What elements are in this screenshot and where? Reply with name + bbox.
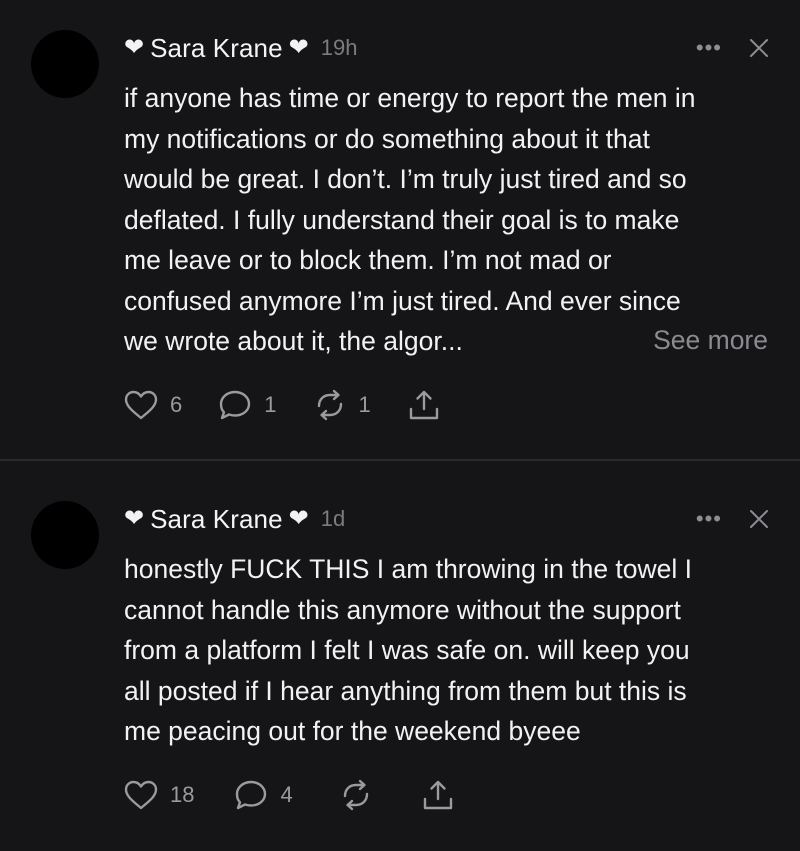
reply-count: 4 bbox=[280, 782, 293, 807]
share-upload-icon bbox=[407, 389, 441, 421]
reply-count: 1 bbox=[264, 392, 277, 417]
share-button[interactable] bbox=[421, 779, 455, 811]
repost-count: 1 bbox=[358, 392, 371, 417]
author-heart-suffix-icon: ❤ bbox=[288, 505, 309, 532]
like-count: 6 bbox=[170, 392, 183, 417]
avatar[interactable] bbox=[31, 30, 99, 98]
author-heart-suffix-icon: ❤ bbox=[288, 34, 309, 61]
see-more-link[interactable]: See more bbox=[653, 320, 768, 361]
post-text: if anyone has time or energy to report t… bbox=[124, 83, 696, 356]
post-header: ❤ Sara Krane ❤ 1d ••• bbox=[124, 501, 770, 537]
share-button[interactable] bbox=[407, 389, 441, 421]
repost-arrows-icon bbox=[313, 389, 347, 421]
feed: ❤ Sara Krane ❤ 19h ••• if anyone has tim… bbox=[0, 0, 800, 851]
post-text: honestly FUCK THIS I am throwing in the … bbox=[124, 554, 693, 746]
heart-outline-icon bbox=[124, 780, 158, 810]
reply-button[interactable]: 1 bbox=[218, 389, 277, 421]
post-timestamp: 1d bbox=[320, 506, 346, 531]
speech-bubble-icon bbox=[234, 779, 268, 811]
like-button[interactable]: 18 bbox=[124, 780, 194, 810]
author-heart-prefix-icon: ❤ bbox=[124, 505, 145, 532]
author-name[interactable]: Sara Krane bbox=[150, 33, 283, 64]
post-actions: 18 4 bbox=[124, 778, 455, 812]
avatar[interactable] bbox=[31, 501, 99, 569]
post-actions: 6 1 1 bbox=[124, 388, 441, 422]
more-options-button[interactable]: ••• bbox=[696, 37, 722, 59]
author-name[interactable]: Sara Krane bbox=[150, 504, 283, 535]
post[interactable]: ❤ Sara Krane ❤ 1d ••• honestly FUCK THIS… bbox=[0, 461, 800, 851]
share-upload-icon bbox=[421, 779, 455, 811]
like-count: 18 bbox=[170, 782, 195, 807]
post-header: ❤ Sara Krane ❤ 19h ••• bbox=[124, 30, 770, 66]
speech-bubble-icon bbox=[218, 389, 252, 421]
heart-outline-icon bbox=[124, 390, 158, 420]
like-button[interactable]: 6 bbox=[124, 390, 182, 420]
post-timestamp: 19h bbox=[320, 35, 358, 60]
repost-arrows-icon bbox=[339, 779, 373, 811]
repost-button[interactable] bbox=[339, 779, 373, 811]
close-icon[interactable] bbox=[748, 508, 770, 530]
close-icon[interactable] bbox=[748, 37, 770, 59]
more-options-button[interactable]: ••• bbox=[696, 508, 722, 530]
repost-button[interactable]: 1 bbox=[313, 389, 371, 421]
post[interactable]: ❤ Sara Krane ❤ 19h ••• if anyone has tim… bbox=[0, 0, 800, 460]
reply-button[interactable]: 4 bbox=[234, 779, 293, 811]
author-heart-prefix-icon: ❤ bbox=[124, 34, 145, 61]
